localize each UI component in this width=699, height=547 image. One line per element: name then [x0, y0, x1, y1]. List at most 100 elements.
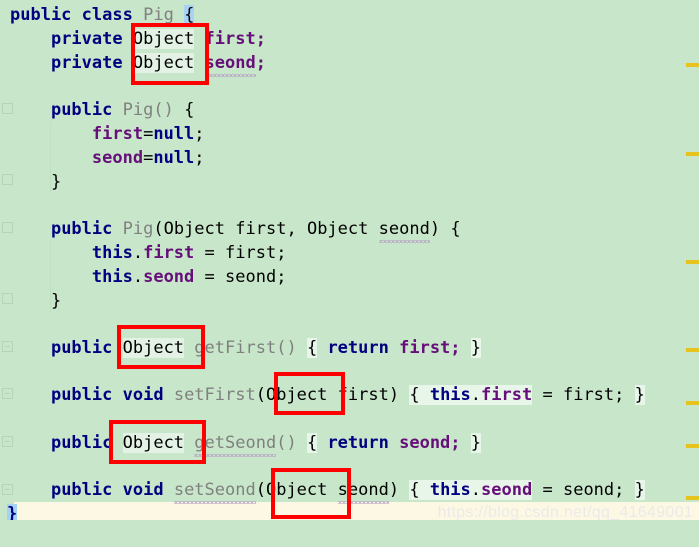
token-equals: = — [542, 385, 553, 405]
code-line[interactable]: } — [10, 171, 61, 195]
token-param-seond: seond — [337, 479, 390, 504]
code-line[interactable]: public void setSeond(Object seond) { thi… — [10, 479, 645, 504]
token-semicolon: ; — [194, 124, 205, 144]
token-keyword: public — [50, 100, 113, 120]
token-type-object: Object — [132, 53, 195, 73]
code-line[interactable]: this.seond = seond; — [10, 266, 287, 290]
token-method-setfirst: setFirst — [173, 385, 256, 405]
code-line[interactable]: } — [10, 290, 61, 314]
token-this: this — [91, 267, 133, 287]
token-field-first: first — [481, 385, 533, 405]
token-equals: = — [204, 243, 215, 263]
code-line[interactable]: public Object getSeond() { return seond;… — [10, 432, 482, 457]
code-line[interactable]: seond=null; — [10, 147, 205, 171]
token-keyword: private — [50, 29, 123, 49]
code-line[interactable]: public class Pig { — [10, 4, 195, 28]
token-space — [419, 385, 430, 405]
token-semicolon: ; — [450, 433, 461, 453]
token-class-name: Pig — [143, 5, 174, 25]
token-brace-open: { — [409, 385, 420, 405]
code-text-layer[interactable]: public class Pig { private Object first;… — [0, 0, 699, 547]
code-line[interactable]: first=null; — [10, 123, 205, 147]
editor-surface[interactable]: public class Pig { private Object first;… — [0, 0, 699, 547]
token-semicolon: ; — [255, 53, 266, 73]
token-dot: . — [470, 480, 482, 500]
code-line[interactable]: private Object first; — [10, 28, 266, 52]
token-type-object: Object — [163, 219, 226, 239]
token-method-getseond: getSeond — [194, 432, 276, 457]
warning-marker-tick[interactable] — [686, 401, 699, 405]
token-keyword: class — [81, 5, 133, 25]
token-this: this — [429, 385, 471, 405]
token-brace-close: } — [470, 338, 482, 358]
token-constructor-name: Pig — [122, 100, 154, 120]
warning-marker-tick[interactable] — [686, 63, 699, 67]
token-paren-close: ) — [388, 480, 400, 500]
code-line[interactable]: public Object getFirst() { return first;… — [10, 337, 482, 361]
token-param-first: first — [562, 385, 615, 405]
token-keyword-void: void — [122, 385, 164, 405]
token-semicolon: ; — [276, 243, 287, 263]
code-line[interactable]: this.first = first; — [10, 242, 287, 266]
token-this: this — [429, 480, 471, 500]
token-paren-open: ( — [255, 480, 266, 500]
token-paren-open: ( — [153, 100, 164, 120]
token-type-object: Object — [122, 338, 185, 358]
code-line[interactable]: public Pig(Object first, Object seond) { — [10, 218, 461, 243]
warning-marker-tick[interactable] — [686, 496, 699, 500]
token-dot: . — [470, 385, 482, 405]
token-semicolon: ; — [276, 267, 287, 287]
code-line[interactable]: public Pig() { — [10, 99, 194, 123]
token-field-seond: seond — [91, 148, 144, 168]
token-paren-close: ) — [163, 100, 174, 120]
token-null: null — [153, 124, 195, 144]
code-line[interactable]: public void setFirst(Object first) { thi… — [10, 384, 645, 408]
token-this: this — [91, 243, 133, 263]
warning-marker-tick[interactable] — [686, 444, 699, 448]
token-keyword: private — [50, 53, 123, 73]
token-param-seond: seond — [378, 218, 431, 243]
warning-marker-tick[interactable] — [686, 260, 699, 264]
token-brace-close: } — [50, 291, 62, 311]
token-paren-open: ( — [153, 219, 164, 239]
token-keyword-void: void — [122, 480, 164, 500]
token-keyword: public — [50, 480, 113, 500]
token-param-first: first — [225, 243, 277, 263]
token-semicolon: ; — [194, 148, 205, 168]
token-keyword: public — [10, 5, 72, 25]
code-line[interactable]: private Object seond; — [10, 52, 266, 77]
token-field-first: first — [143, 243, 195, 263]
warning-marker-tick[interactable] — [686, 348, 699, 352]
token-brace-open: { — [306, 338, 318, 358]
warning-marker-tick[interactable] — [686, 152, 699, 156]
token-paren-open: ( — [276, 338, 287, 358]
token-equals: = — [143, 148, 154, 168]
token-field-first: first — [204, 29, 256, 49]
token-paren-close: ) — [286, 338, 297, 358]
token-null: null — [153, 148, 195, 168]
